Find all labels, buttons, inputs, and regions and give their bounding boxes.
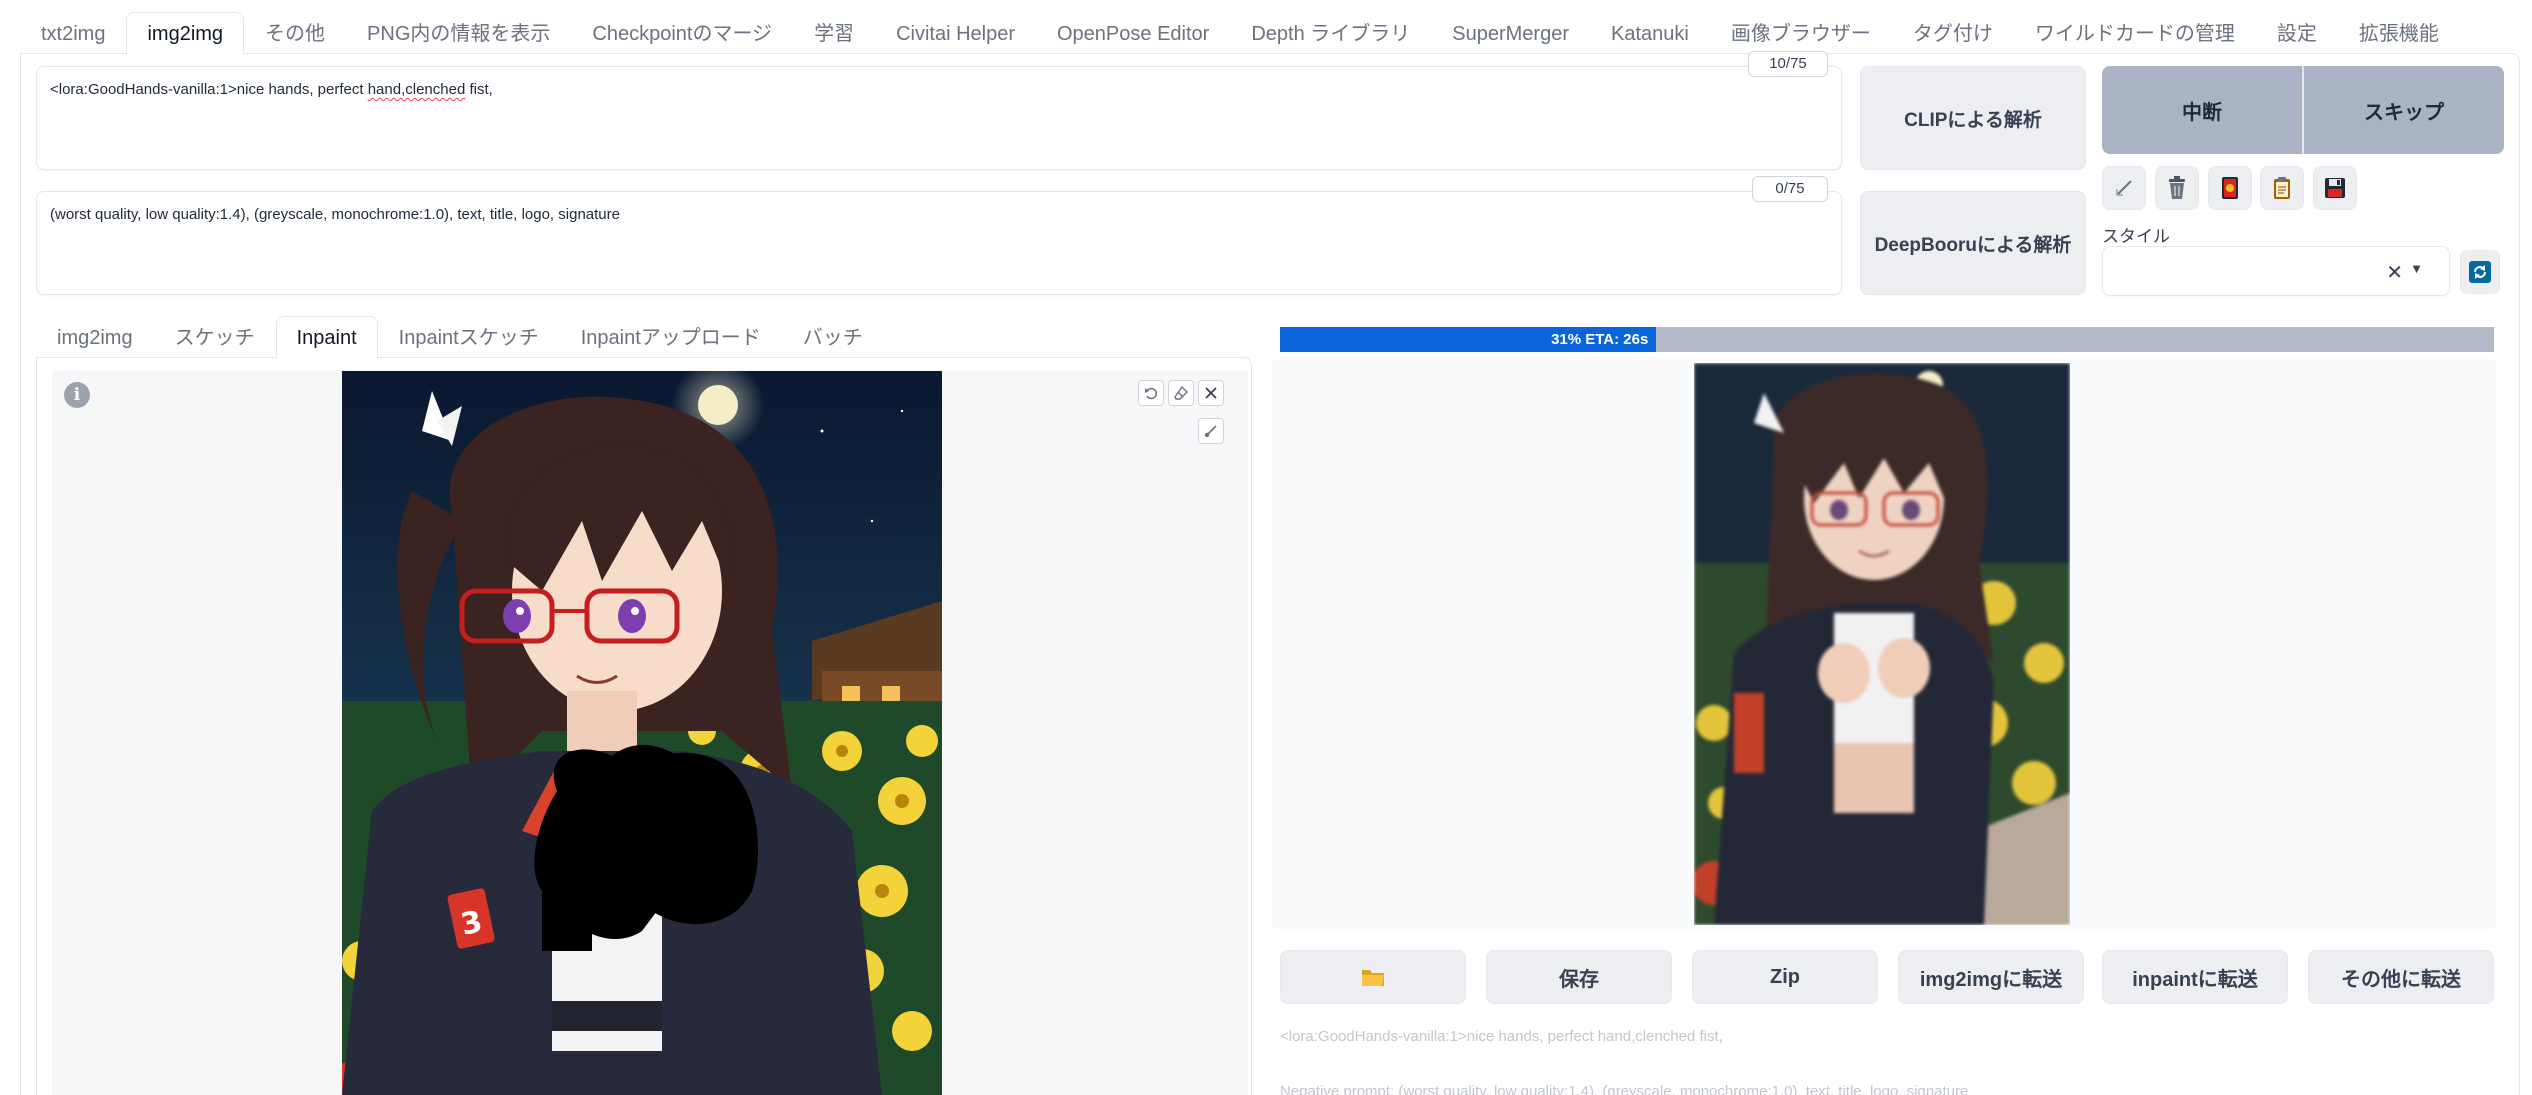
zip-button[interactable]: Zip	[1692, 950, 1878, 1004]
output-negative-info: Negative prompt: (worst quality, low qua…	[1280, 1083, 1969, 1095]
generated-image[interactable]	[1694, 363, 2070, 925]
open-folder-button[interactable]	[1280, 950, 1466, 1004]
save-button[interactable]: 保存	[1486, 950, 1672, 1004]
prompt-token-counter: 10/75	[1748, 51, 1828, 77]
clip-interrogate-button[interactable]: CLIPによる解析	[1860, 66, 2086, 170]
clear-prompt-button[interactable]	[2155, 166, 2199, 210]
eraser-button[interactable]	[1168, 380, 1194, 406]
close-icon	[1205, 387, 1217, 399]
tab-extras[interactable]: その他	[244, 12, 346, 54]
tab-img2img-mode[interactable]: img2img	[36, 316, 154, 358]
tab-inpaint-upload[interactable]: Inpaintアップロード	[560, 316, 782, 358]
tab-batch[interactable]: バッチ	[782, 316, 884, 358]
paste-button[interactable]	[2102, 166, 2146, 210]
tab-txt2img[interactable]: txt2img	[20, 12, 126, 54]
playing-card-icon	[2222, 177, 2238, 199]
tab-inpaint-sketch[interactable]: Inpaintスケッチ	[378, 316, 560, 358]
deepbooru-interrogate-button[interactable]: DeepBooruによる解析	[1860, 191, 2086, 295]
tab-train[interactable]: 学習	[793, 12, 875, 54]
tab-settings[interactable]: 設定	[2256, 12, 2338, 54]
tab-wildcards-manager[interactable]: ワイルドカードの管理	[2014, 12, 2256, 54]
floppy-disk-icon	[2325, 178, 2345, 198]
send-to-inpaint-button[interactable]: inpaintに転送	[2102, 950, 2288, 1004]
skip-button[interactable]: スキップ	[2304, 66, 2504, 154]
info-icon[interactable]: i	[64, 382, 90, 408]
tab-supermerger[interactable]: SuperMerger	[1431, 12, 1590, 54]
clipboard-icon	[2274, 177, 2290, 199]
tab-civitai-helper[interactable]: Civitai Helper	[875, 12, 1036, 54]
tab-depth-library[interactable]: Depth ライブラリ	[1230, 12, 1431, 54]
output-prompt-info: <lora:GoodHands-vanilla:1>nice hands, pe…	[1280, 1028, 1723, 1045]
undo-icon	[1145, 387, 1158, 400]
tab-checkpoint-merger[interactable]: Checkpointのマージ	[571, 12, 793, 54]
brush-button[interactable]	[1198, 418, 1224, 444]
prompt-misspelled-word: hand,clenched	[367, 81, 466, 98]
top-tab-bar: txt2img img2img その他 PNG内の情報を表示 Checkpoin…	[20, 12, 2460, 54]
eraser-icon	[1174, 385, 1188, 400]
extra-networks-button[interactable]	[2208, 166, 2252, 210]
interrupt-button[interactable]: 中断	[2102, 66, 2302, 154]
style-dropdown[interactable]: ✕ ▼	[2102, 246, 2450, 296]
progress-bar: 31% ETA: 26s	[1280, 327, 2494, 352]
prompt-text-end: fist,	[465, 81, 493, 98]
prompt-input[interactable]: <lora:GoodHands-vanilla:1>nice hands, pe…	[36, 66, 1842, 170]
refresh-icon	[2469, 261, 2491, 283]
progress-fill: 31% ETA: 26s	[1280, 327, 1657, 352]
style-label: スタイル	[2102, 227, 2170, 246]
arrow-diagonal-icon	[2116, 180, 2132, 196]
save-style-button[interactable]	[2313, 166, 2357, 210]
tab-extensions[interactable]: 拡張機能	[2338, 12, 2460, 54]
folder-icon	[1362, 970, 1384, 986]
negative-prompt-input[interactable]: (worst quality, low quality:1.4), (greys…	[36, 191, 1842, 295]
send-to-extras-button[interactable]: その他に転送	[2308, 950, 2494, 1004]
tab-inpaint[interactable]: Inpaint	[275, 316, 378, 358]
clear-icon[interactable]: ✕	[2386, 260, 2403, 285]
inpaint-source-image[interactable]: 3	[342, 371, 942, 1095]
send-to-img2img-button[interactable]: img2imgに転送	[1898, 950, 2084, 1004]
img2img-mode-tabs: img2img スケッチ Inpaint Inpaintスケッチ Inpaint…	[36, 316, 884, 358]
tab-openpose-editor[interactable]: OpenPose Editor	[1036, 12, 1230, 54]
negative-prompt-token-counter: 0/75	[1752, 176, 1828, 202]
clear-canvas-button[interactable]	[1198, 380, 1224, 406]
apply-styles-button[interactable]	[2260, 166, 2304, 210]
tab-image-browser[interactable]: 画像ブラウザー	[1710, 12, 1892, 54]
prompt-text-start: <lora:GoodHands-vanilla:1>nice hands, pe…	[50, 81, 368, 98]
tab-img2img[interactable]: img2img	[126, 12, 245, 54]
anime-girl-illustration: 3	[342, 371, 942, 1095]
tab-tagger[interactable]: タグ付け	[1892, 12, 2014, 54]
refresh-styles-button[interactable]	[2460, 250, 2500, 294]
undo-button[interactable]	[1138, 380, 1164, 406]
blurred-result-illustration	[1694, 363, 2070, 925]
tab-katanuki[interactable]: Katanuki	[1590, 12, 1710, 54]
brush-icon	[1204, 425, 1217, 438]
chevron-down-icon[interactable]: ▼	[2410, 261, 2423, 276]
trash-icon	[2169, 176, 2185, 199]
tab-sketch[interactable]: スケッチ	[154, 316, 276, 358]
tab-png-info[interactable]: PNG内の情報を表示	[346, 12, 571, 54]
